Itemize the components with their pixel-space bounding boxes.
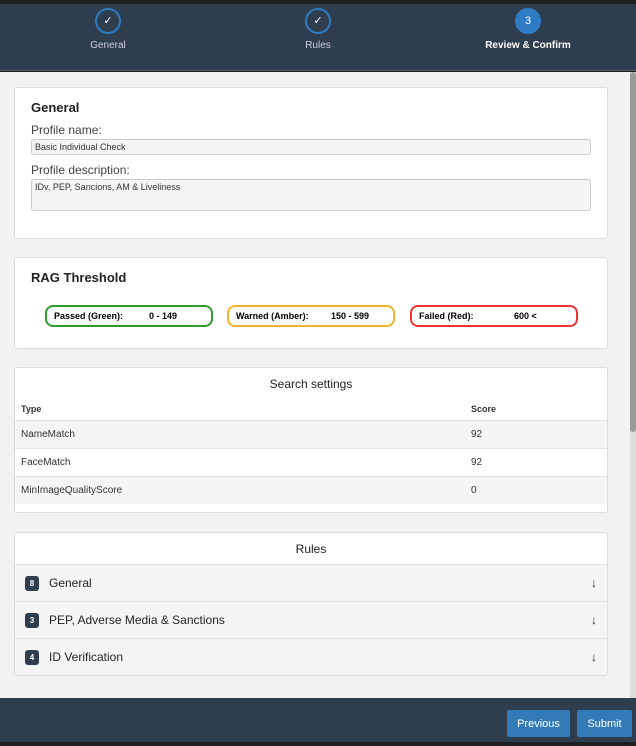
cell: 0 — [465, 475, 607, 504]
rule-group-idv[interactable]: 4 ID Verification ↓ — [15, 638, 607, 675]
section-title: RAG Threshold — [31, 270, 127, 285]
search-settings-table: Type Score NameMatch 92 FaceMatch 92 MinIma… — [15, 398, 607, 504]
section-title: Search settings — [269, 377, 353, 391]
rule-group-label: ID Verification — [49, 650, 124, 664]
cell: FaceMatch — [15, 447, 465, 476]
cell: 92 — [465, 447, 607, 476]
section-title: Rules — [295, 542, 327, 556]
rule-group-general[interactable]: 8 General ↓ — [15, 564, 607, 601]
table-row: MinImageQualityScore 0 — [15, 475, 607, 504]
footer: Previous Submit — [0, 698, 636, 742]
count-badge: 3 — [25, 612, 39, 628]
check-icon: ✓ — [305, 8, 331, 34]
profile-name-label: Profile name: — [31, 123, 102, 137]
profile-description-label: Profile description: — [31, 163, 130, 177]
check-icon: ✓ — [95, 8, 121, 34]
rag-card: RAG Threshold Passed (Green): 0 - 149 War… — [14, 257, 608, 349]
rag-range: 600 < — [514, 311, 537, 321]
cell: NameMatch — [15, 419, 465, 448]
column-header: Type — [21, 403, 42, 414]
scrollbar[interactable] — [630, 72, 636, 698]
rag-range: 0 - 149 — [149, 311, 178, 321]
rag-label: Passed (Green): — [54, 311, 124, 321]
column-header: Score — [471, 403, 497, 414]
step-number: 3 — [515, 8, 541, 34]
cell: MinImageQualityScore — [15, 475, 465, 504]
count-badge: 4 — [25, 649, 39, 665]
arrow-down-icon: ↓ — [591, 613, 597, 627]
cell: 92 — [465, 419, 607, 448]
step-review[interactable]: 3 Review & Confirm — [448, 8, 608, 51]
step-label: Review & Confirm — [485, 40, 571, 51]
arrow-down-icon: ↓ — [591, 576, 597, 590]
rule-group-pep[interactable]: 3 PEP, Adverse Media & Sanctions ↓ — [15, 601, 607, 638]
submit-button[interactable]: Submit — [577, 710, 632, 737]
rag-label: Warned (Amber): — [236, 311, 309, 321]
general-card: General Profile name: Basic Individual C… — [14, 87, 608, 239]
rag-failed: Failed (Red): 600 < — [410, 305, 578, 327]
rules-card: Rules 8 General ↓ 3 PEP, Adverse Media & Sa… — [14, 532, 608, 676]
rag-passed: Passed (Green): 0 - 149 — [45, 305, 213, 327]
main-content: General Profile name: Basic Individual C… — [0, 72, 636, 698]
profile-description-field[interactable]: IDv, PEP, Sancions, AM & Liveliness — [31, 179, 591, 211]
section-title: General — [31, 100, 80, 115]
rag-label: Failed (Red): — [419, 311, 474, 321]
rag-range: 150 - 599 — [331, 311, 370, 321]
count-badge: 8 — [25, 575, 39, 591]
previous-button[interactable]: Previous — [507, 710, 570, 737]
rag-warned: Warned (Amber): 150 - 599 — [227, 305, 395, 327]
arrow-down-icon: ↓ — [591, 650, 597, 664]
step-label: General — [90, 40, 126, 51]
table-row: NameMatch 92 — [15, 419, 607, 448]
step-general[interactable]: ✓ General — [28, 8, 188, 51]
step-rules[interactable]: ✓ Rules — [238, 8, 398, 51]
rule-group-label: General — [49, 576, 92, 590]
table-row: FaceMatch 92 — [15, 447, 607, 476]
rule-group-label: PEP, Adverse Media & Sanctions — [49, 613, 225, 627]
step-label: Rules — [305, 40, 331, 51]
search-settings-card: Search settings Type Score NameMatch 92 Fa… — [14, 367, 608, 513]
wizard-steps: ✓ General ✓ Rules 3 Review & Confirm — [0, 4, 636, 71]
profile-name-field[interactable]: Basic Individual Check — [31, 139, 591, 155]
